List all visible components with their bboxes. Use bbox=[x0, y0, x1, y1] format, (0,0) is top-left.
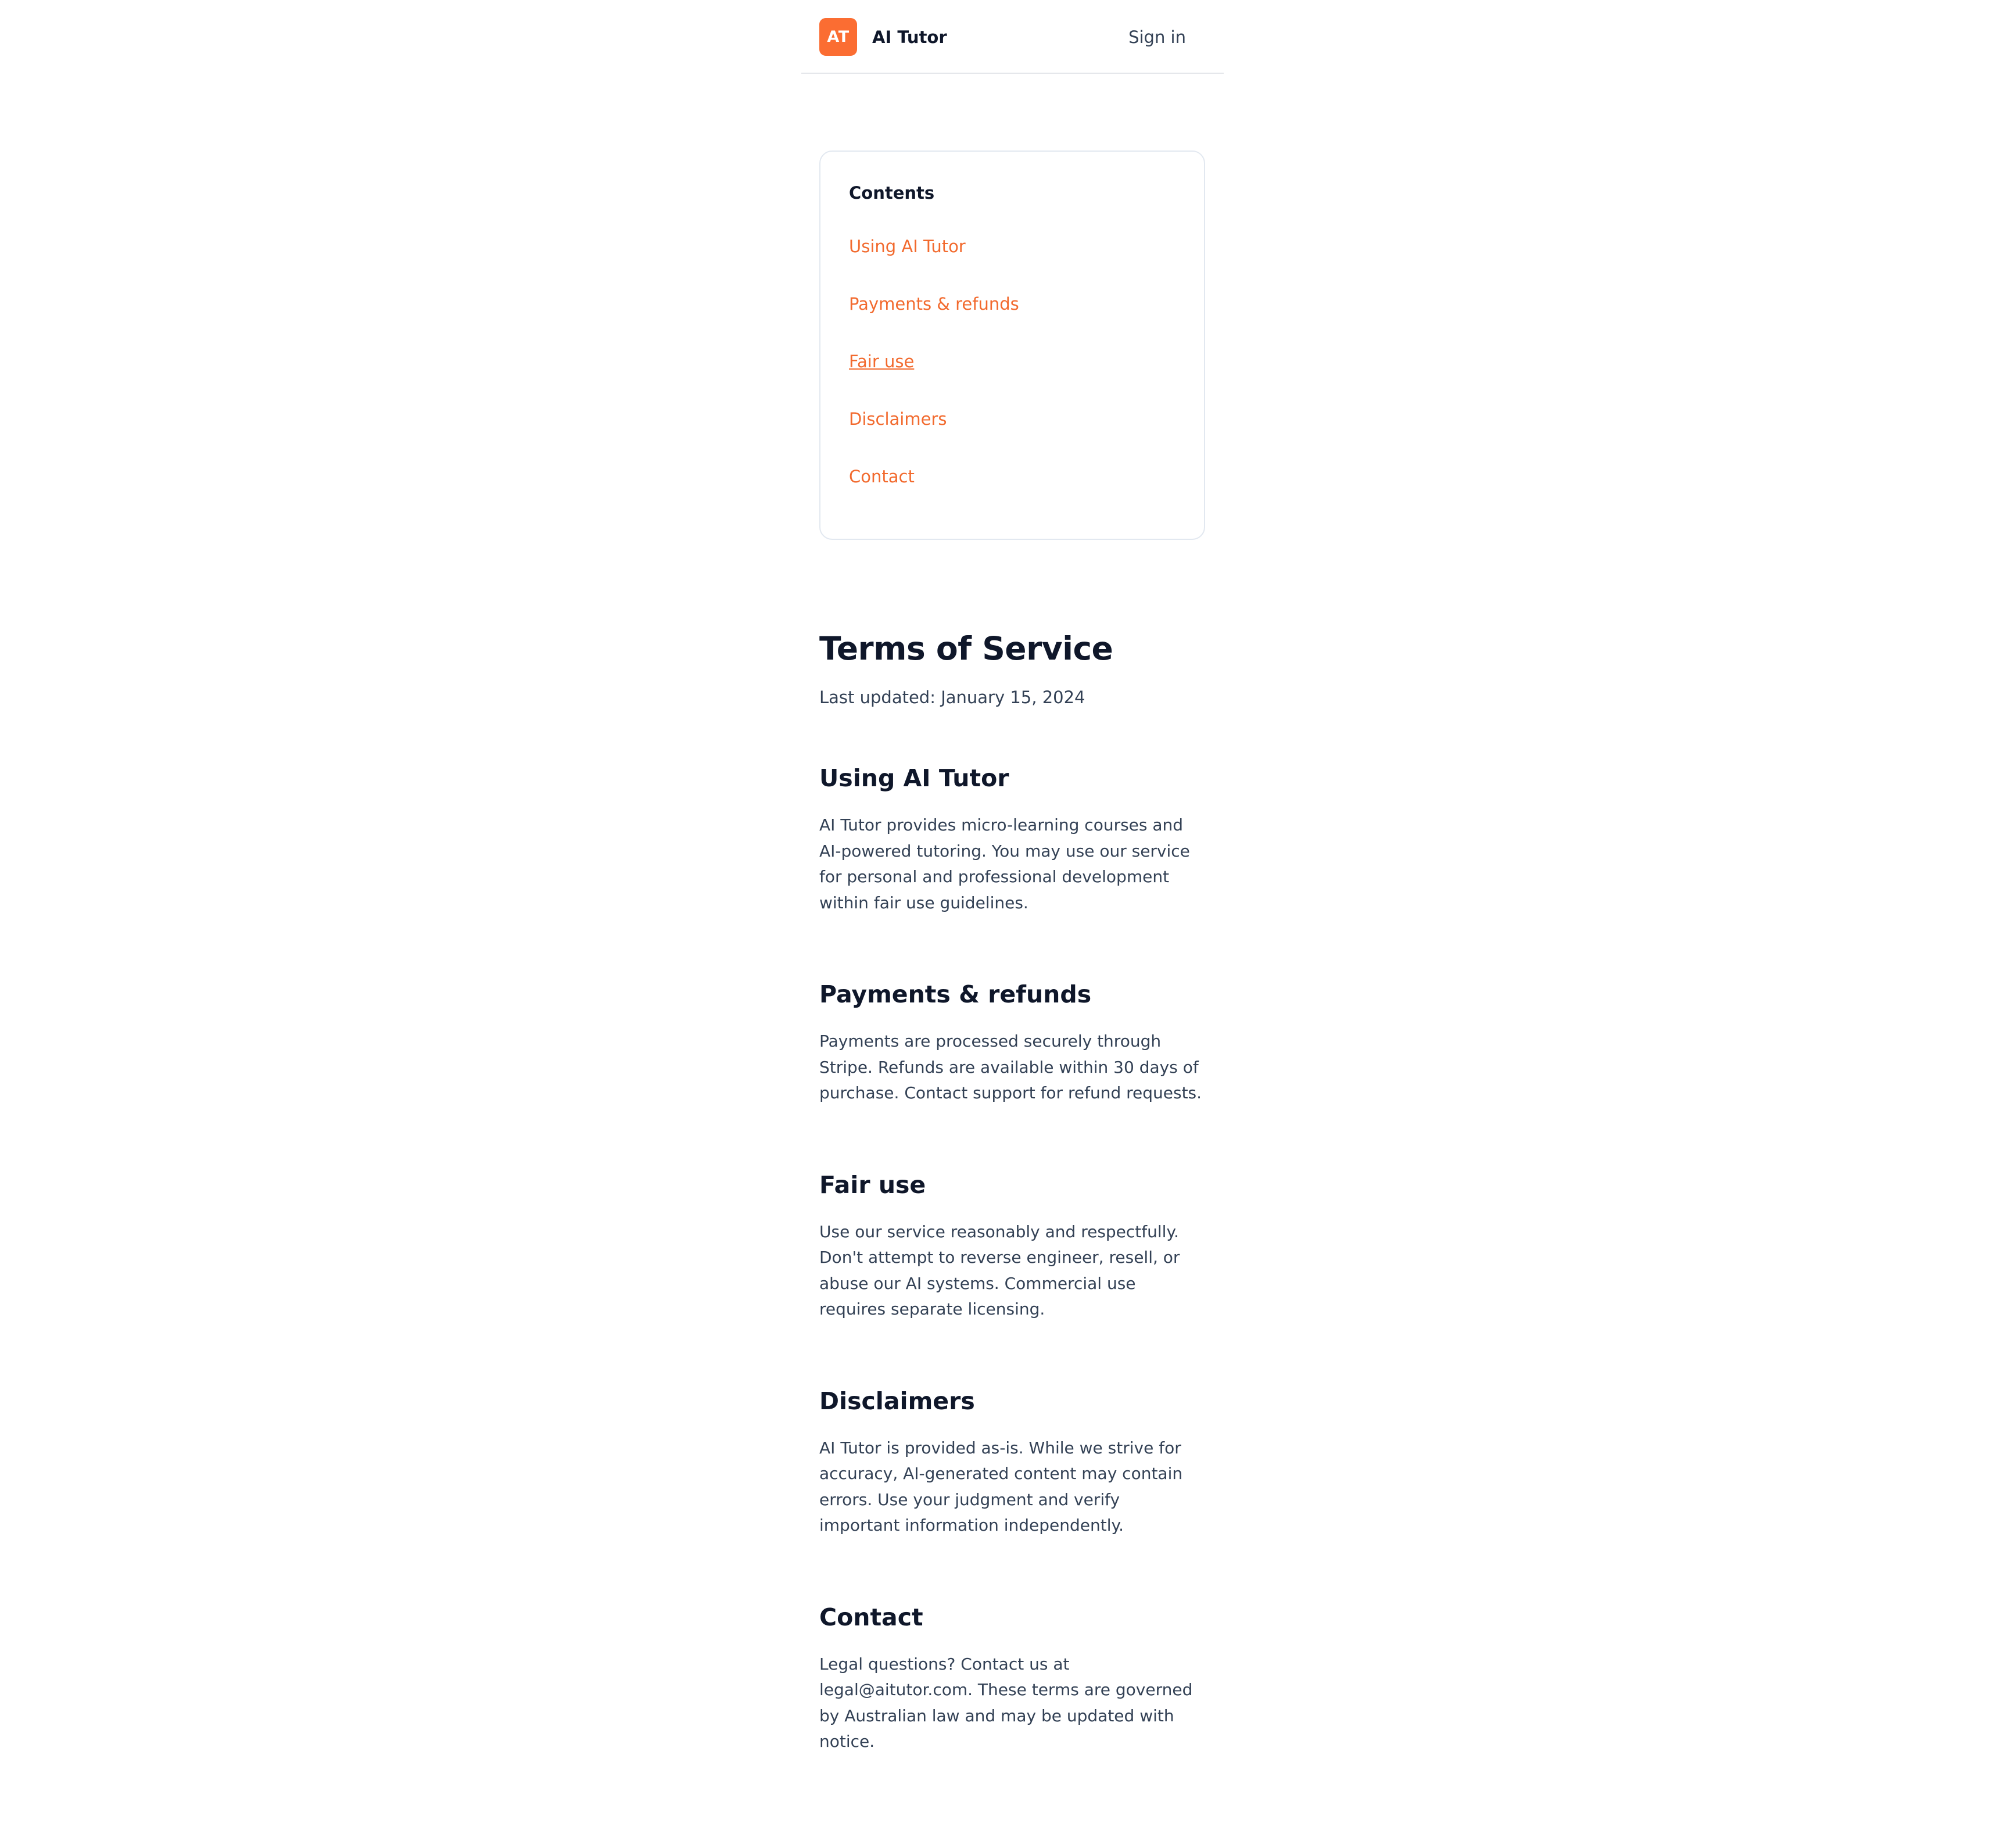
toc-item: Disclaimers bbox=[849, 407, 1019, 465]
content-column: AT AI Tutor Sign in Contents Using AI Tu… bbox=[801, 0, 1224, 1848]
toc-list: Using AI Tutor Payments & refunds Fair u… bbox=[849, 235, 1019, 522]
toc-item: Using AI Tutor bbox=[849, 235, 1019, 292]
toc-title: Contents bbox=[849, 183, 935, 203]
logo[interactable]: AT bbox=[819, 18, 857, 56]
section-heading: Disclaimers bbox=[819, 1387, 975, 1415]
toc-link-payments-refunds[interactable]: Payments & refunds bbox=[849, 292, 1019, 350]
section-using-ai-tutor: Using AI Tutor AI Tutor provides micro-l… bbox=[819, 762, 1205, 916]
toc-link-disclaimers[interactable]: Disclaimers bbox=[849, 407, 1019, 465]
sign-in-link[interactable]: Sign in bbox=[1128, 26, 1186, 49]
page-title: Terms of Service bbox=[819, 630, 1113, 667]
section-body: AI Tutor is provided as-is. While we str… bbox=[819, 1438, 1183, 1535]
section-heading: Payments & refunds bbox=[819, 980, 1092, 1008]
section-body: AI Tutor provides micro-learning courses… bbox=[819, 815, 1190, 912]
section-heading: Fair use bbox=[819, 1170, 926, 1199]
table-of-contents: Contents Using AI Tutor Payments & refun… bbox=[819, 151, 1205, 540]
toc-item: Contact bbox=[849, 465, 1019, 522]
site-header: AT AI Tutor Sign in bbox=[801, 0, 1224, 74]
toc-item: Fair use bbox=[849, 350, 1019, 407]
section-body: Legal questions? Contact us at legal@ait… bbox=[819, 1654, 1193, 1752]
terms-article: Terms of Service Last updated: January 1… bbox=[819, 628, 1205, 1755]
section-payments-refunds: Payments & refunds Payments are processe… bbox=[819, 979, 1205, 1106]
toc-link-contact[interactable]: Contact bbox=[849, 465, 1019, 522]
section-fair-use: Fair use Use our service reasonably and … bbox=[819, 1169, 1205, 1323]
section-body: Payments are processed securely through … bbox=[819, 1032, 1202, 1102]
toc-item: Payments & refunds bbox=[849, 292, 1019, 350]
section-heading: Using AI Tutor bbox=[819, 764, 1009, 792]
section-body: Use our service reasonably and respectfu… bbox=[819, 1222, 1180, 1319]
toc-link-using-ai-tutor[interactable]: Using AI Tutor bbox=[849, 235, 1019, 292]
section-disclaimers: Disclaimers AI Tutor is provided as-is. … bbox=[819, 1385, 1205, 1539]
section-contact: Contact Legal questions? Contact us at l… bbox=[819, 1602, 1205, 1755]
brand-name[interactable]: AI Tutor bbox=[872, 26, 947, 49]
page: AT AI Tutor Sign in Contents Using AI Tu… bbox=[0, 0, 2007, 1848]
section-heading: Contact bbox=[819, 1603, 923, 1631]
toc-link-fair-use[interactable]: Fair use bbox=[849, 350, 1019, 407]
last-updated: Last updated: January 15, 2024 bbox=[819, 687, 1085, 707]
